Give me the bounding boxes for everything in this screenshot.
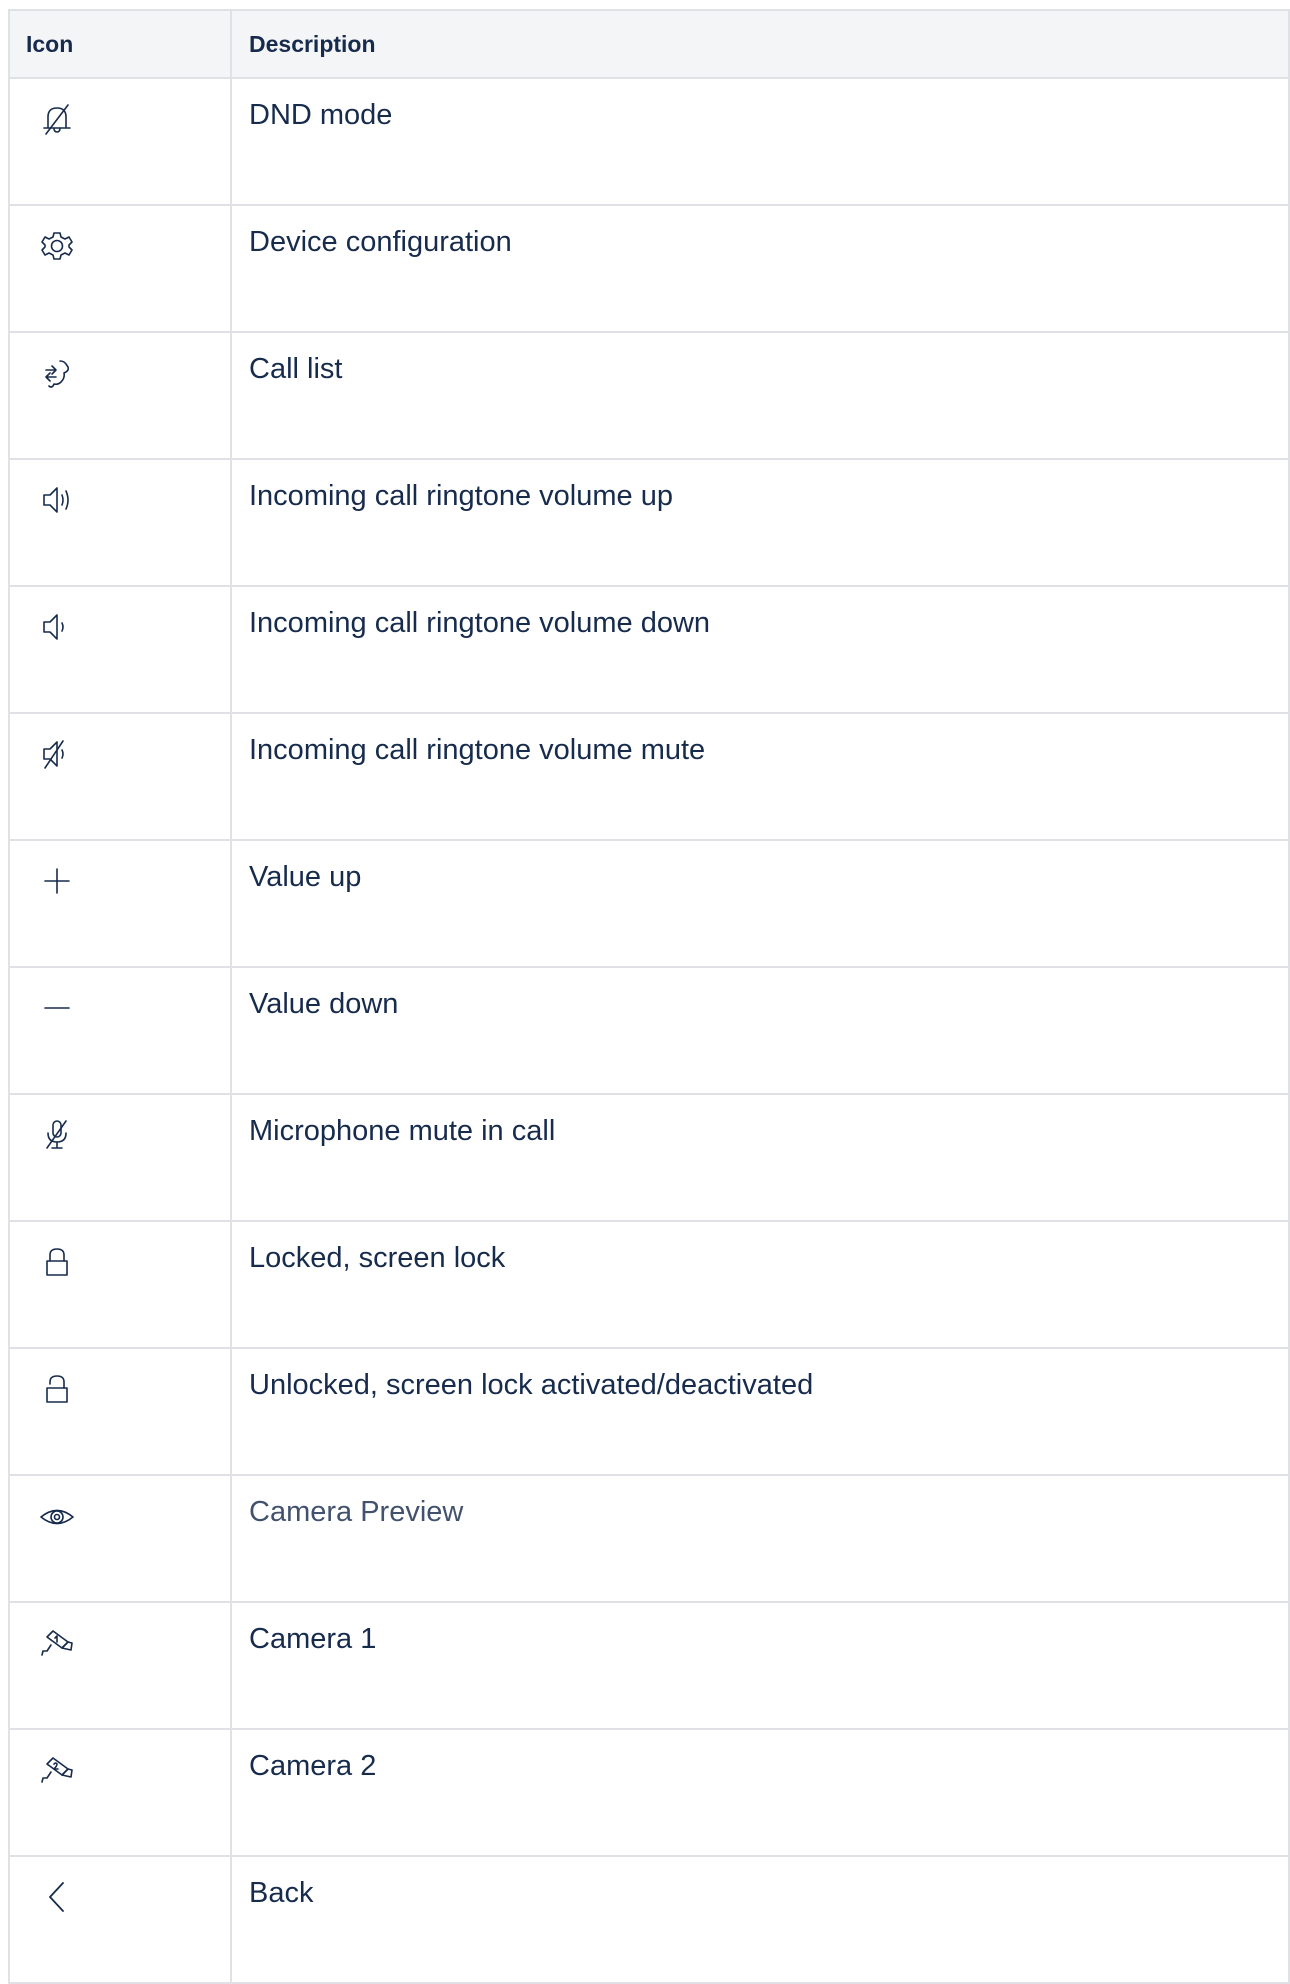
description-cell: DND mode [230, 77, 1290, 206]
icon-cell [8, 1601, 232, 1730]
description-cell: Incoming call ringtone volume up [230, 458, 1290, 587]
table-row: Locked, screen lock [8, 1220, 1290, 1349]
eye-icon [37, 1496, 77, 1536]
table-row: Call list [8, 331, 1290, 460]
table-header-row: Icon Description [8, 9, 1290, 79]
volume-up-icon [37, 480, 77, 520]
icon-cell [8, 1220, 232, 1349]
icon-cell [8, 839, 232, 968]
icon-cell [8, 966, 232, 1095]
table-row: DND mode [8, 77, 1290, 206]
table-row: Value down [8, 966, 1290, 1095]
gear-icon [37, 226, 77, 266]
table-row: Camera 1 [8, 1601, 1290, 1730]
icon-cell [8, 712, 232, 841]
unlock-icon [37, 1369, 77, 1409]
table-row: Back [8, 1855, 1290, 1984]
icon-cell [8, 585, 232, 714]
table-row: Unlocked, screen lock activated/deactiva… [8, 1347, 1290, 1476]
chevron-left-icon [37, 1877, 77, 1917]
icon-cell [8, 331, 232, 460]
description-cell: Microphone mute in call [230, 1093, 1290, 1222]
table-row: Incoming call ringtone volume down [8, 585, 1290, 714]
icon-cell [8, 458, 232, 587]
table-row: Microphone mute in call [8, 1093, 1290, 1222]
description-cell: Value up [230, 839, 1290, 968]
icon-cell [8, 1347, 232, 1476]
description-cell: Incoming call ringtone volume mute [230, 712, 1290, 841]
header-description: Description [230, 9, 1290, 79]
description-cell: Back [230, 1855, 1290, 1984]
volume-mute-icon [37, 734, 77, 774]
minus-icon [37, 988, 77, 1028]
table-row: Device configuration [8, 204, 1290, 333]
icon-cell [8, 1093, 232, 1222]
description-cell: Camera 2 [230, 1728, 1290, 1857]
table-row: Value up [8, 839, 1290, 968]
header-icon: Icon [8, 9, 232, 79]
lock-icon [37, 1242, 77, 1282]
description-cell: Unlocked, screen lock activated/deactiva… [230, 1347, 1290, 1476]
description-cell: Incoming call ringtone volume down [230, 585, 1290, 714]
camera-2-icon [37, 1750, 77, 1790]
description-cell: Camera Preview [230, 1474, 1290, 1603]
icon-cell [8, 1728, 232, 1857]
description-cell: Value down [230, 966, 1290, 1095]
description-cell: Call list [230, 331, 1290, 460]
description-cell: Device configuration [230, 204, 1290, 333]
description-cell: Locked, screen lock [230, 1220, 1290, 1349]
table-row: Incoming call ringtone volume up [8, 458, 1290, 587]
microphone-mute-icon [37, 1115, 77, 1155]
icon-cell [8, 204, 232, 333]
plus-icon [37, 861, 77, 901]
description-cell: Camera 1 [230, 1601, 1290, 1730]
table-row: Camera Preview [8, 1474, 1290, 1603]
icon-cell [8, 1855, 232, 1984]
bell-off-icon [37, 99, 77, 139]
call-list-icon [37, 353, 77, 393]
icon-cell [8, 1474, 232, 1603]
camera-1-icon [37, 1623, 77, 1663]
volume-down-icon [37, 607, 77, 647]
icon-cell [8, 77, 232, 206]
table-row: Incoming call ringtone volume mute [8, 712, 1290, 841]
icon-description-table: Icon Description DND mode Device configu… [8, 9, 1290, 1984]
table-row: Camera 2 [8, 1728, 1290, 1857]
